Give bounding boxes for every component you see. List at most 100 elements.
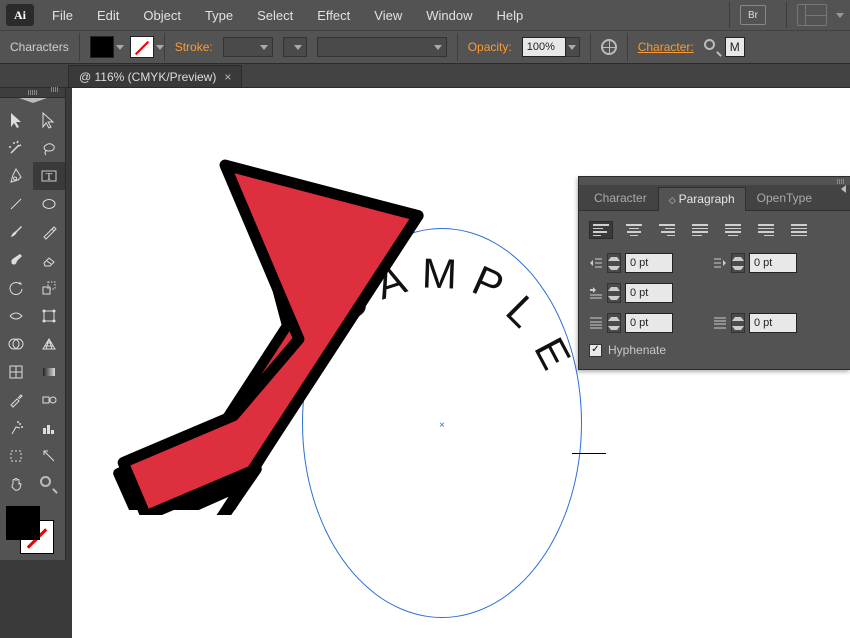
opacity-label[interactable]: Opacity: <box>468 40 512 54</box>
menu-file[interactable]: File <box>42 4 83 27</box>
menu-window[interactable]: Window <box>416 4 482 27</box>
hyphenate-label: Hyphenate <box>608 343 666 357</box>
symbol-sprayer-tool[interactable] <box>0 414 33 442</box>
align-left-button[interactable] <box>589 221 613 239</box>
menu-type[interactable]: Type <box>195 4 243 27</box>
space-after-input[interactable]: 0 pt <box>749 313 797 333</box>
stroke-weight-dropdown[interactable] <box>223 37 273 57</box>
chevron-down-icon <box>294 45 302 50</box>
shape-builder-tool[interactable] <box>0 330 33 358</box>
font-family-field[interactable]: M <box>725 37 745 57</box>
ellipse-tool[interactable] <box>33 190 66 218</box>
justify-left-button[interactable] <box>688 221 712 239</box>
width-tool[interactable] <box>0 302 33 330</box>
collapse-toggle-icon[interactable] <box>0 98 65 106</box>
stepper[interactable] <box>731 313 745 333</box>
perspective-grid-tool[interactable] <box>33 330 66 358</box>
direct-selection-tool[interactable] <box>33 106 66 134</box>
scale-tool[interactable] <box>33 274 66 302</box>
tab-paragraph[interactable]: ◇Paragraph <box>658 187 746 211</box>
right-indent-input[interactable]: 0 pt <box>749 253 797 273</box>
panel-grip-icon[interactable] <box>579 177 850 185</box>
zoom-tool[interactable] <box>33 470 66 498</box>
justify-right-button[interactable] <box>754 221 778 239</box>
left-indent-field[interactable]: 0 pt <box>589 253 673 273</box>
paintbrush-tool[interactable] <box>0 218 33 246</box>
free-transform-tool[interactable] <box>33 302 66 330</box>
fill-chip[interactable] <box>6 506 40 540</box>
stepper[interactable] <box>731 253 745 273</box>
artboard-tool[interactable] <box>0 442 33 470</box>
first-line-indent-input[interactable]: 0 pt <box>625 283 673 303</box>
first-line-indent-field[interactable]: 0 pt <box>589 283 673 303</box>
hand-tool[interactable] <box>0 470 33 498</box>
menu-view[interactable]: View <box>364 4 412 27</box>
opacity-input[interactable]: 100% <box>522 37 566 57</box>
variable-width-dropdown[interactable] <box>283 37 307 57</box>
stepper[interactable] <box>607 253 621 273</box>
fill-color-swatch[interactable] <box>90 36 114 58</box>
eraser-tool[interactable] <box>33 246 66 274</box>
bridge-button[interactable]: Br <box>740 5 766 25</box>
pen-tool[interactable] <box>0 162 33 190</box>
document-tab[interactable]: @ 116% (CMYK/Preview) × <box>68 65 242 87</box>
menu-object[interactable]: Object <box>133 4 191 27</box>
text-caret <box>572 453 606 454</box>
space-after-icon <box>713 317 727 329</box>
stepper[interactable] <box>607 283 621 303</box>
space-before-input[interactable]: 0 pt <box>625 313 673 333</box>
pencil-tool[interactable] <box>33 218 66 246</box>
panel-tabs: Character ◇Paragraph OpenType <box>579 185 850 211</box>
blob-brush-tool[interactable] <box>0 246 33 274</box>
svg-text:T: T <box>45 171 52 183</box>
justify-all-button[interactable] <box>787 221 811 239</box>
paragraph-panel: Character ◇Paragraph OpenType 0 pt 0 pt <box>578 176 850 370</box>
character-panel-link[interactable]: Character: <box>638 40 694 54</box>
space-before-icon <box>589 317 603 329</box>
space-before-field[interactable]: 0 pt <box>589 313 673 333</box>
brush-definition-dropdown[interactable] <box>317 37 447 57</box>
menu-edit[interactable]: Edit <box>87 4 129 27</box>
gradient-tool[interactable] <box>33 358 66 386</box>
document-tab-bar: @ 116% (CMYK/Preview) × <box>0 64 850 88</box>
hyphenate-checkbox[interactable]: ✓ <box>589 344 602 357</box>
eyedropper-tool[interactable] <box>0 386 33 414</box>
mesh-tool[interactable] <box>0 358 33 386</box>
selection-type-label: Characters <box>10 40 69 54</box>
control-bar: Characters Stroke: Opacity: 100% Charact… <box>0 30 850 64</box>
right-indent-field[interactable]: 0 pt <box>713 253 797 273</box>
stepper[interactable] <box>607 313 621 333</box>
chevron-down-icon <box>434 45 442 50</box>
magic-wand-tool[interactable] <box>0 134 33 162</box>
close-icon[interactable]: × <box>224 70 231 84</box>
blend-tool[interactable] <box>33 386 66 414</box>
stroke-color-swatch[interactable] <box>130 36 154 58</box>
chevron-down-icon <box>836 13 844 18</box>
recolor-artwork-icon[interactable] <box>601 39 617 55</box>
align-center-button[interactable] <box>622 221 646 239</box>
fill-stroke-chips[interactable] <box>0 502 65 560</box>
slice-tool[interactable] <box>33 442 66 470</box>
search-icon <box>704 39 721 56</box>
menu-help[interactable]: Help <box>486 4 533 27</box>
column-graph-tool[interactable] <box>33 414 66 442</box>
rotate-tool[interactable] <box>0 274 33 302</box>
tab-character[interactable]: Character <box>583 186 658 210</box>
align-right-button[interactable] <box>655 221 679 239</box>
space-after-field[interactable]: 0 pt <box>713 313 797 333</box>
stroke-label[interactable]: Stroke: <box>175 40 213 54</box>
line-segment-tool[interactable] <box>0 190 33 218</box>
tab-opentype[interactable]: OpenType <box>746 186 823 210</box>
left-indent-input[interactable]: 0 pt <box>625 253 673 273</box>
selection-tool[interactable] <box>0 106 33 134</box>
arrange-documents-button[interactable] <box>797 4 844 26</box>
app-logo: Ai <box>6 4 34 26</box>
chevron-down-icon <box>116 45 124 50</box>
menu-select[interactable]: Select <box>247 4 303 27</box>
lasso-tool[interactable] <box>33 134 66 162</box>
menu-effect[interactable]: Effect <box>307 4 360 27</box>
justify-center-button[interactable] <box>721 221 745 239</box>
opacity-dropdown[interactable] <box>566 37 580 57</box>
panel-collapse-icon[interactable] <box>841 185 846 193</box>
type-tool[interactable]: T <box>33 162 66 190</box>
